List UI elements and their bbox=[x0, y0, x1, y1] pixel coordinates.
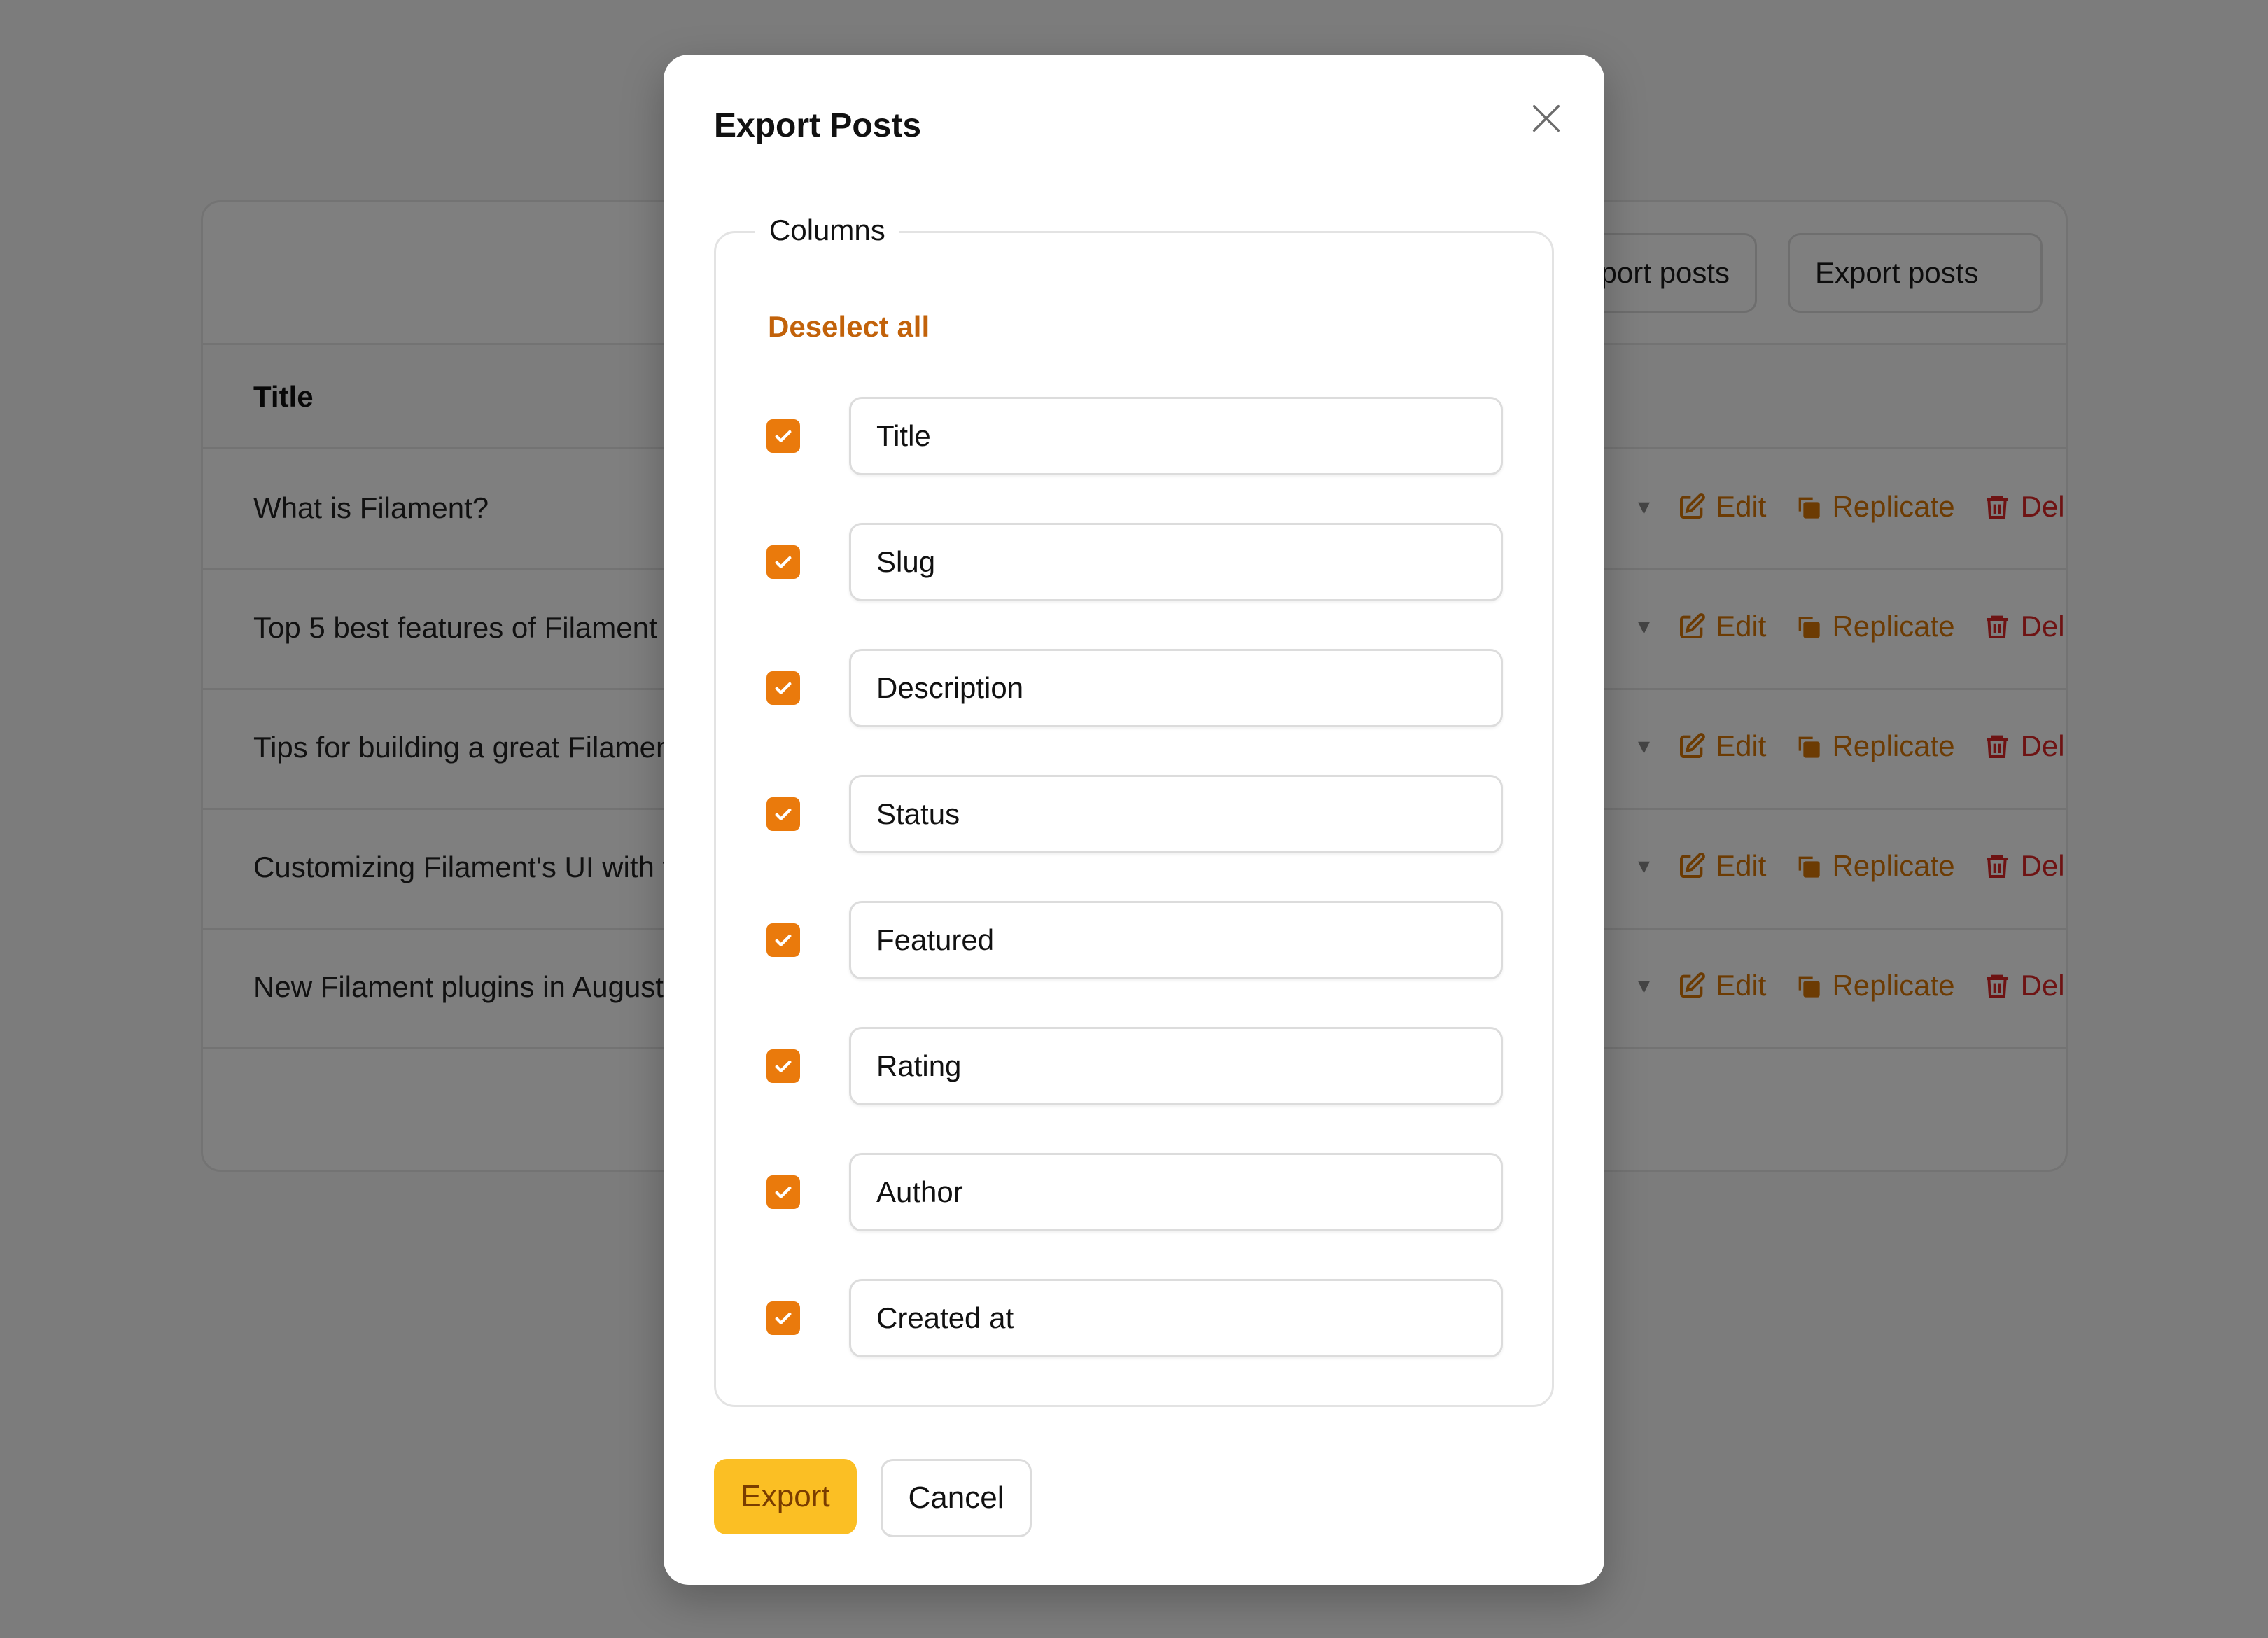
column-option-created-at bbox=[766, 1279, 1508, 1357]
column-option-rating bbox=[766, 1027, 1508, 1105]
column-option-description bbox=[766, 649, 1508, 727]
column-checkbox[interactable] bbox=[766, 1301, 800, 1335]
close-icon bbox=[1532, 104, 1560, 132]
column-label-input[interactable] bbox=[849, 1027, 1503, 1105]
check-icon bbox=[775, 556, 792, 568]
column-checkbox[interactable] bbox=[766, 671, 800, 705]
cancel-button[interactable]: Cancel bbox=[881, 1459, 1032, 1537]
column-checkbox[interactable] bbox=[766, 545, 800, 579]
check-icon bbox=[775, 1060, 792, 1072]
column-checkbox[interactable] bbox=[766, 419, 800, 453]
export-posts-modal: Export Posts Columns Deselect all Title … bbox=[664, 55, 1604, 1585]
modal-title: Export Posts bbox=[714, 107, 922, 144]
column-checkbox[interactable] bbox=[766, 923, 800, 957]
check-icon bbox=[775, 682, 792, 694]
export-button[interactable]: Export bbox=[714, 1459, 857, 1534]
check-icon bbox=[775, 430, 792, 442]
column-label-input[interactable] bbox=[849, 1153, 1503, 1231]
fieldset-legend: Columns bbox=[755, 214, 899, 247]
column-checkbox[interactable] bbox=[766, 797, 800, 831]
column-label-input[interactable] bbox=[849, 1279, 1503, 1357]
deselect-all-link[interactable]: Deselect all bbox=[768, 310, 930, 344]
check-icon bbox=[775, 934, 792, 946]
modal-footer: Export Cancel bbox=[714, 1459, 1032, 1537]
columns-fieldset: Columns Deselect all bbox=[714, 214, 1554, 1407]
column-option-status bbox=[766, 775, 1508, 853]
column-label-input[interactable] bbox=[849, 523, 1503, 601]
column-checkbox[interactable] bbox=[766, 1175, 800, 1209]
close-button[interactable] bbox=[1522, 94, 1571, 143]
column-label-input[interactable] bbox=[849, 901, 1503, 979]
column-checkbox[interactable] bbox=[766, 1049, 800, 1083]
column-label-input[interactable] bbox=[849, 775, 1503, 853]
column-option-author bbox=[766, 1153, 1508, 1231]
check-icon bbox=[775, 1312, 792, 1324]
column-option-featured bbox=[766, 901, 1508, 979]
column-option-title bbox=[766, 397, 1508, 475]
column-option-slug bbox=[766, 523, 1508, 601]
column-label-input[interactable] bbox=[849, 397, 1503, 475]
check-icon bbox=[775, 1186, 792, 1198]
column-label-input[interactable] bbox=[849, 649, 1503, 727]
check-icon bbox=[775, 808, 792, 820]
